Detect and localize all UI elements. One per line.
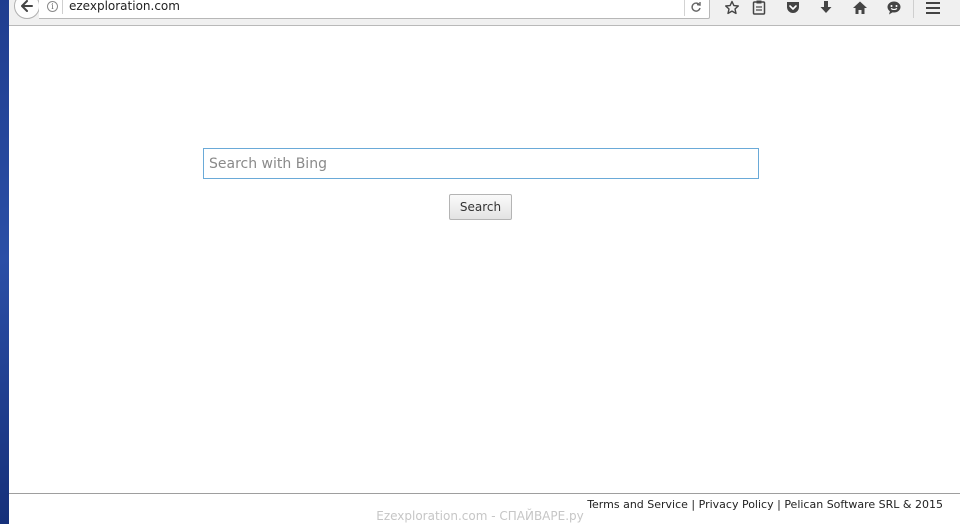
chat-icon[interactable]	[886, 0, 902, 16]
reading-list-icon[interactable]	[752, 0, 766, 16]
url-separator	[62, 0, 63, 14]
pocket-icon[interactable]	[785, 0, 801, 16]
toolbar-separator	[913, 0, 914, 18]
bookmark-star-icon[interactable]	[724, 0, 740, 16]
back-arrow-icon	[21, 0, 33, 12]
footer-divider	[9, 493, 960, 494]
back-button[interactable]	[14, 0, 40, 19]
download-icon[interactable]	[819, 0, 833, 16]
info-icon[interactable]: i	[47, 1, 58, 12]
browser-window: i ezexploration.com Search with Bing Sea…	[9, 0, 960, 524]
search-input[interactable]	[203, 148, 759, 179]
home-icon[interactable]	[852, 0, 868, 16]
hamburger-menu-icon[interactable]	[925, 0, 941, 16]
reload-separator	[684, 0, 685, 16]
search-button[interactable]: Search	[449, 194, 512, 220]
reload-icon[interactable]	[690, 1, 702, 13]
url-bar[interactable]: i ezexploration.com	[39, 0, 710, 19]
watermark-text: Ezexploration.com - СПАЙВАРЕ.ру	[376, 509, 584, 523]
browser-toolbar: i ezexploration.com	[9, 0, 960, 26]
url-text[interactable]: ezexploration.com	[69, 0, 180, 13]
